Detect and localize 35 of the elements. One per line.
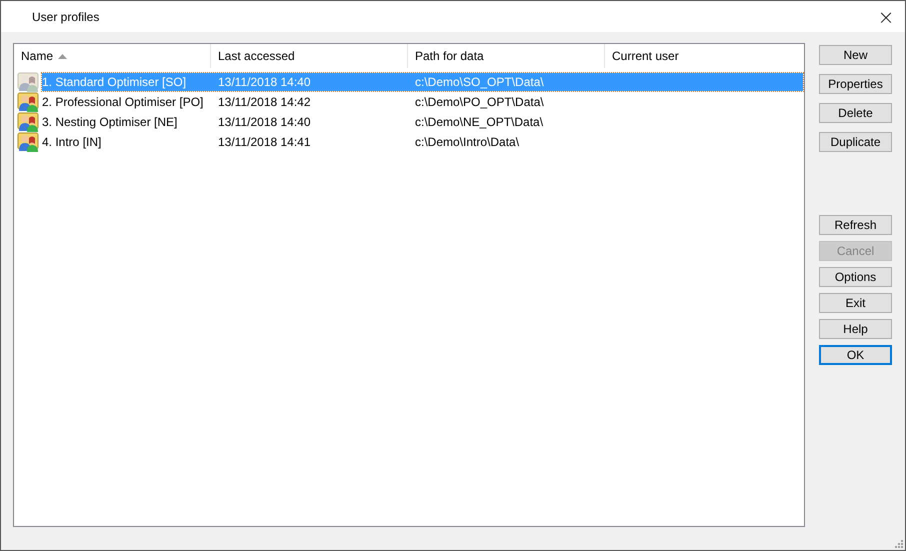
action-button[interactable]: OK (819, 345, 892, 365)
profile-name: 4. Intro [IN] (42, 135, 102, 149)
last-accessed-cell-text: 13/11/2018 14:40 (217, 75, 312, 89)
path-cell-text: c:\Demo\SO_OPT\Data\ (415, 75, 545, 89)
path-cell-text: c:\Demo\Intro\Data\ (415, 135, 520, 149)
users-icon (17, 132, 41, 152)
action-button[interactable]: Options (819, 267, 892, 287)
users-icon (17, 112, 41, 132)
action-button[interactable]: Duplicate (819, 132, 892, 152)
column-header[interactable]: Last accessed (211, 44, 408, 68)
action-button[interactable]: Help (819, 319, 892, 339)
action-button[interactable]: Refresh (819, 215, 892, 235)
action-button[interactable]: Delete (819, 103, 892, 123)
last-accessed-cell-text: 13/11/2018 14:40 (217, 115, 312, 129)
profile-name: 1. Standard Optimiser [SO] (42, 75, 188, 89)
action-button[interactable]: Exit (819, 293, 892, 313)
last-accessed-cell-text: 13/11/2018 14:41 (217, 135, 312, 149)
path-cell-text: c:\Demo\PO_OPT\Data\ (415, 95, 545, 109)
users-icon (17, 72, 41, 92)
profile-row[interactable]: 2. Professional Optimiser [PO] 13/11/2018 14:42 c:\Demo\PO_OPT\Data\ (42, 93, 803, 111)
action-button[interactable]: New (819, 45, 892, 65)
profile-name: 3. Nesting Optimiser [NE] (42, 115, 178, 129)
window-title: User profiles (32, 10, 100, 24)
column-header[interactable]: Name (14, 44, 211, 68)
profile-row[interactable]: 3. Nesting Optimiser [NE] 13/11/2018 14:40 c:\Demo\NE_OPT\Data\ (42, 113, 803, 131)
path-cell-text: c:\Demo\NE_OPT\Data\ (415, 115, 544, 129)
column-header[interactable]: Current user (605, 44, 802, 68)
close-button[interactable]: × (871, 4, 901, 28)
action-button[interactable]: Properties (819, 74, 892, 94)
profile-row[interactable]: 4. Intro [IN] 13/11/2018 14:41 c:\Demo\Intro\Data\ (42, 133, 803, 151)
last-accessed-cell-text: 13/11/2018 14:42 (217, 95, 312, 109)
column-header[interactable]: Path for data (408, 44, 605, 68)
resize-grip-icon[interactable] (893, 538, 903, 548)
users-icon (17, 92, 41, 112)
profile-name: 2. Professional Optimiser [PO] (42, 95, 204, 109)
